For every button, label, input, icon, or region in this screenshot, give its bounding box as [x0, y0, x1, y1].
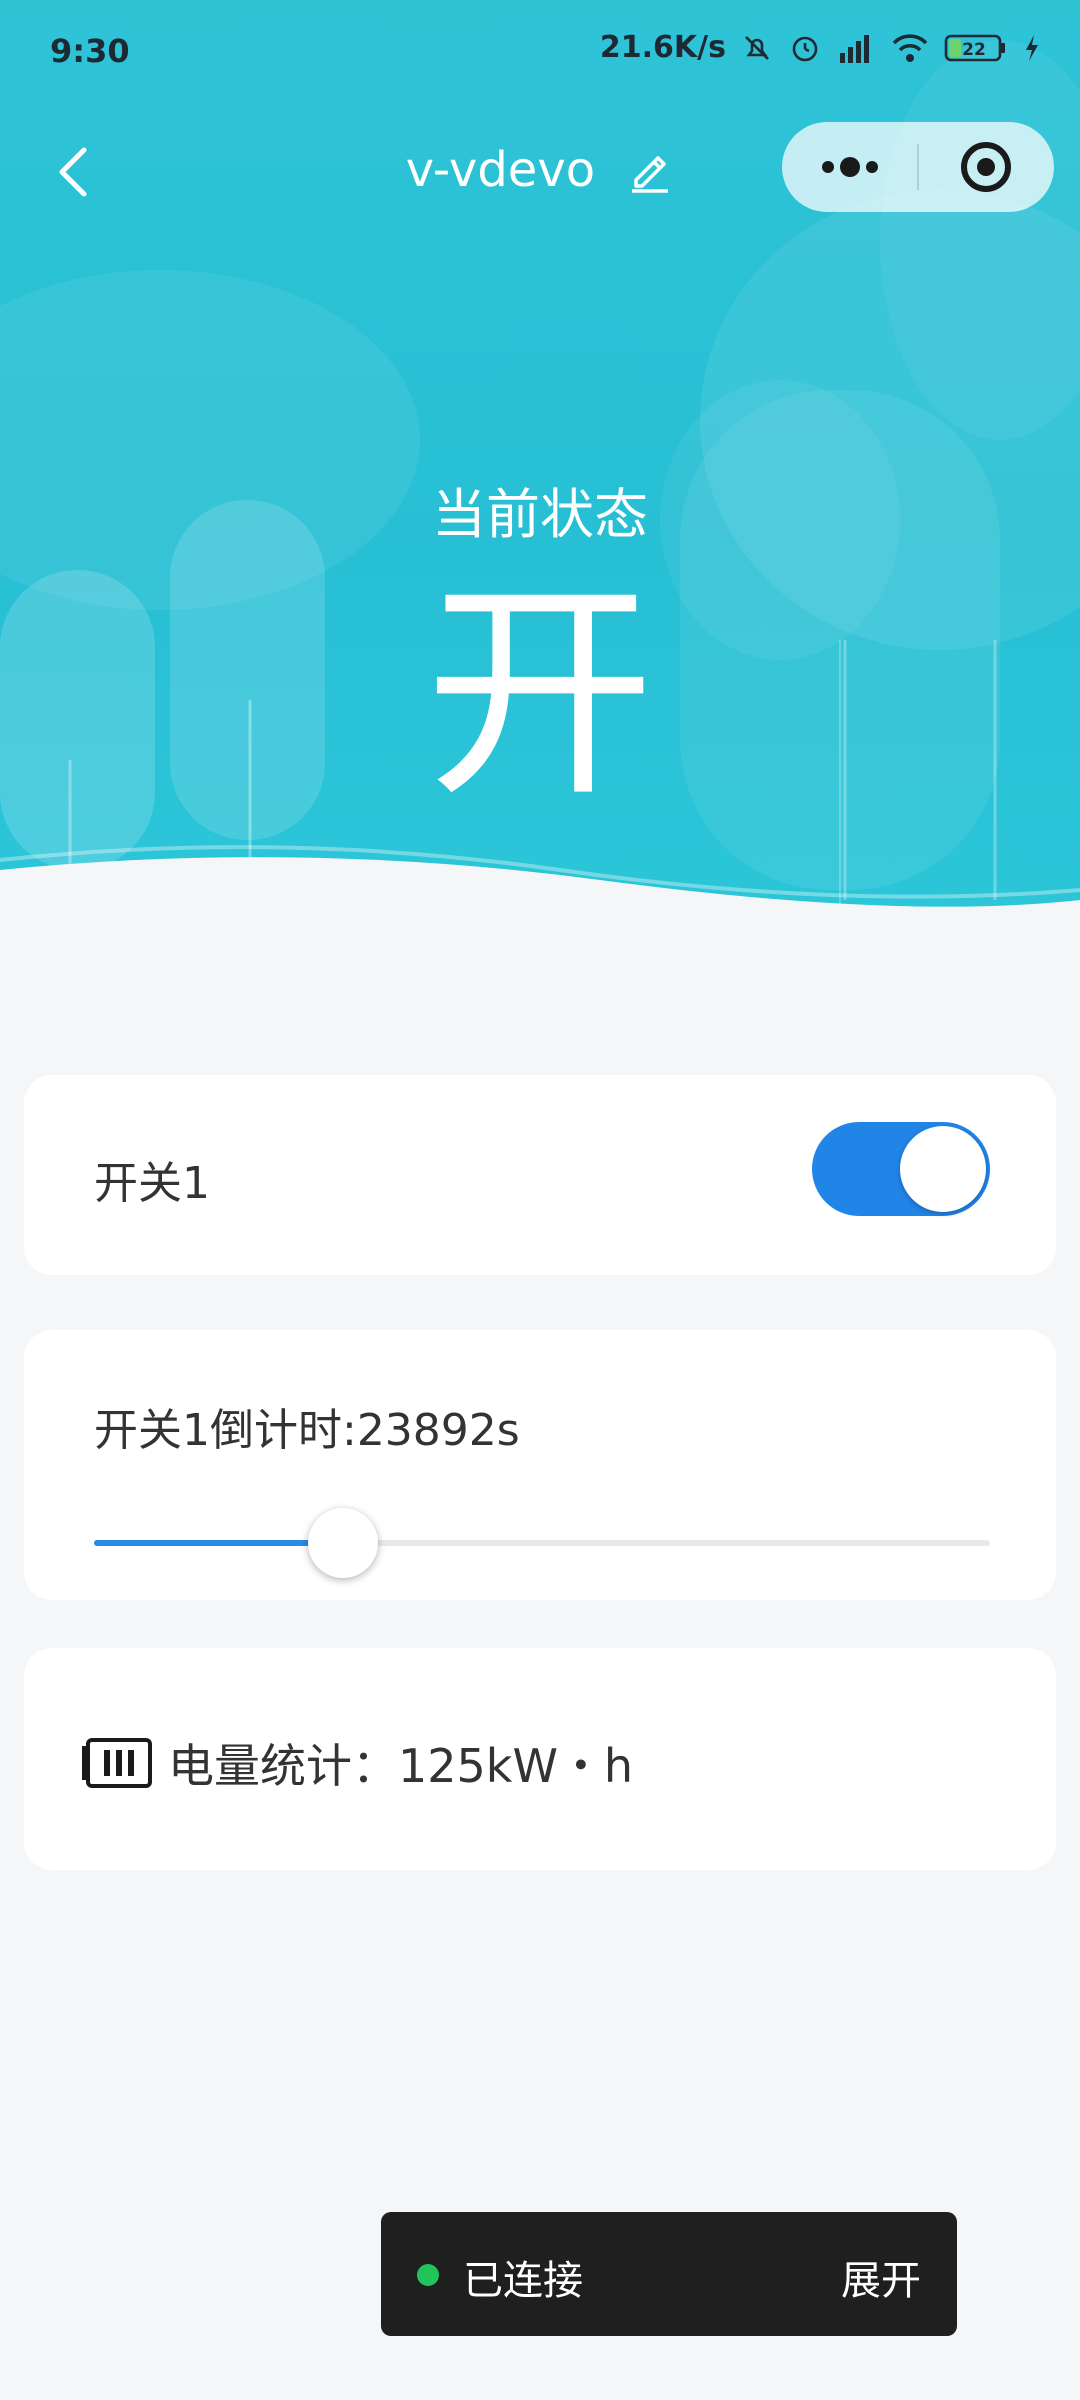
countdown-slider[interactable] — [94, 1508, 990, 1578]
page-title: v-vdevo — [405, 142, 596, 198]
current-state-value: 开 — [424, 561, 655, 828]
hero-header: 9:30 21.6K/s 22 v-vdevo 当前状态 开 — [0, 0, 1080, 930]
status-icons: 21.6K/s 22 — [600, 30, 1042, 65]
energy-card: 电量统计：125kW・h — [24, 1648, 1056, 1870]
battery-level: 22 — [962, 40, 986, 60]
status-bar: 9:30 21.6K/s 22 — [0, 0, 1080, 100]
slider-fill — [94, 1540, 343, 1546]
battery-icon: 22 — [944, 34, 1005, 61]
close-target-icon[interactable] — [918, 122, 1054, 212]
current-state-label: 当前状态 — [432, 483, 648, 546]
network-speed: 21.6K/s — [599, 30, 726, 65]
expand-button[interactable]: 展开 — [841, 2248, 921, 2306]
edit-pencil-icon[interactable] — [626, 146, 674, 194]
countdown-label: 开关1倒计时:23892s — [94, 1405, 520, 1456]
switch-toggle[interactable] — [812, 1122, 990, 1216]
connection-toast: 已连接 展开 — [381, 2212, 957, 2336]
charging-icon — [1026, 34, 1038, 61]
switch-label: 开关1 — [94, 1158, 210, 1209]
battery-meter-icon — [82, 1738, 152, 1788]
switch-card: 开关1 — [24, 1075, 1056, 1275]
miniprogram-capsule — [782, 122, 1054, 212]
countdown-card: 开关1倒计时:23892s — [24, 1330, 1056, 1600]
bell-muted-icon — [745, 35, 769, 60]
status-time: 9:30 — [50, 32, 130, 70]
energy-row: 电量统计：125kW・h — [80, 1730, 633, 1796]
connected-status-dot — [417, 2264, 439, 2286]
more-dots-icon[interactable] — [782, 122, 918, 212]
signal-icon — [840, 34, 869, 63]
wifi-icon — [892, 33, 928, 62]
connection-message: 已连接 — [463, 2258, 583, 2304]
navigation-bar: v-vdevo — [0, 120, 1080, 220]
slider-thumb[interactable] — [308, 1508, 378, 1578]
alarm-icon — [792, 36, 818, 61]
toggle-knob — [900, 1126, 986, 1212]
energy-stat-text: 电量统计：125kW・h — [168, 1739, 634, 1793]
